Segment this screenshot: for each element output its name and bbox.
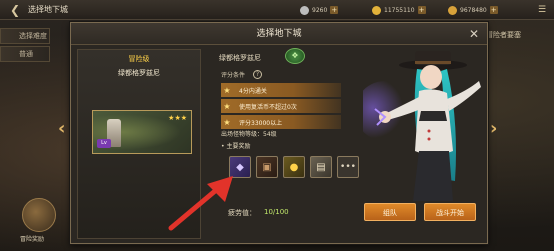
start-battle-button[interactable]: 战斗开始 [424,203,476,221]
reward-scroll-icon[interactable]: ▤ [310,156,332,178]
reward-gold-coins-icon[interactable]: ● [283,156,305,178]
party-button[interactable]: 组队 [364,203,416,221]
level-badge: Lv [97,139,111,148]
criteria-header: 评分条件 ? [221,68,263,80]
fatigue-icon [300,5,309,15]
condition-row: ★ 4分内通关 [221,83,341,97]
side-tab-label: 普通 [19,50,33,58]
resource-gems: 9678480 + [448,4,498,16]
resource-value: 9260 [312,6,328,14]
dungeon-thumbnail: Lv ★★★ [92,110,192,154]
monster-level: 出场怪物等级：54级 [221,131,277,138]
dialog-header: 选择地下城 [71,23,487,45]
rating-stars-icon: ★★★ [168,114,187,122]
select-dungeon-dialog: 选择地下城 ✕ 冒险级 绿都格罗兹尼 Lv ★★★ 绿都格罗兹尼 ❖ 评分条件 … [70,22,488,244]
resource-value: 9678480 [460,6,487,14]
star-icon: ★ [223,85,231,95]
adventure-reward-button[interactable] [22,198,56,232]
star-icon: ★ [223,117,231,127]
star-icon: ★ [223,101,231,111]
criteria-label: 评分条件 [221,71,246,79]
add-icon[interactable]: + [330,6,339,14]
reward-box-icon[interactable]: ▣ [256,156,278,178]
character-artwork [363,51,481,201]
side-tab-label: 选择难度 [19,32,47,40]
gold-coin-icon [372,5,381,15]
condition-row: ★ 使用复活币不超过0次 [221,99,341,113]
next-arrow-icon[interactable]: › [490,118,497,139]
prev-arrow-icon[interactable]: ‹ [58,118,65,139]
close-icon[interactable]: ✕ [467,27,481,41]
reward-slots: ◆ ▣ ● ▤ ••• [229,156,359,178]
adventure-reward-label: 冒险奖励 [20,236,45,243]
help-icon[interactable]: ? [253,69,263,79]
condition-text: 评分33000以上 [239,119,283,127]
resource-value: 11755110 [384,6,415,14]
side-tab-normal[interactable]: 普通 [0,46,50,62]
right-side-caption: 冒险者要塞 [486,31,521,39]
dialog-title: 选择地下城 [256,29,302,39]
red-arrow-annotation [168,176,233,231]
dungeon-name: 绿都格罗兹尼 [118,69,160,77]
difficulty-label: 冒险级 [128,55,150,63]
condition-text: 使用复活币不超过0次 [239,103,297,111]
menu-icon[interactable]: ☰ [536,4,548,16]
add-icon[interactable]: + [417,6,426,14]
condition-row: ★ 评分33000以上 [221,115,341,129]
resource-gold: 11755110 + [372,4,426,16]
add-icon[interactable]: + [489,6,498,14]
gem-icon [448,5,457,15]
map-emblem-icon: ❖ [285,48,305,64]
condition-text: 4分内通关 [239,87,267,95]
side-tab-difficulty[interactable]: 选择难度 [0,28,50,44]
dungeon-title: 绿都格罗兹尼 [219,54,261,62]
main-rewards-text: 主要奖励 [226,143,251,150]
back-icon[interactable]: ❮ [6,1,24,19]
resource-fatigue: 9260 + [300,4,339,16]
fatigue-value: 10/100 [264,208,289,216]
more-rewards-icon[interactable]: ••• [337,156,359,178]
top-title: 选择地下城 [28,5,68,14]
main-rewards-label: • 主要奖励 [221,143,251,150]
